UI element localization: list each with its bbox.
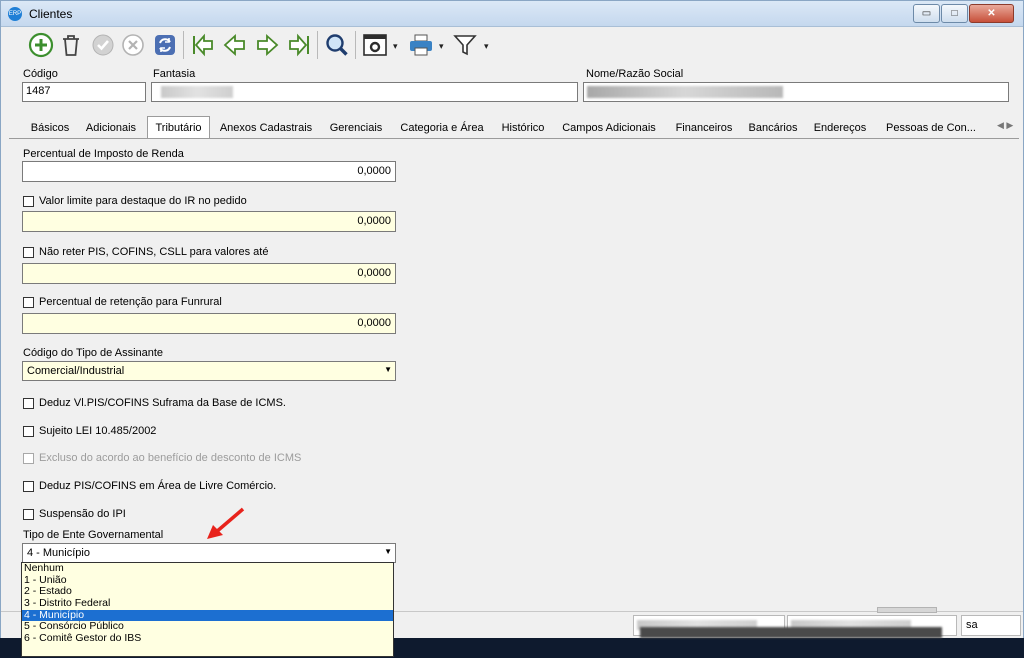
suspensao-ipi-checkbox[interactable] bbox=[23, 509, 34, 520]
tab-adicionais[interactable]: Adicionais bbox=[83, 119, 139, 138]
tab-scroll-arrows[interactable]: ◀ ▶ bbox=[997, 120, 1013, 131]
window-title: Clientes bbox=[29, 7, 73, 21]
fantasia-label: Fantasia bbox=[153, 68, 196, 80]
fantasia-redacted bbox=[161, 86, 233, 98]
tab-anexos-cadastrais[interactable]: Anexos Cadastrais bbox=[218, 119, 314, 138]
limite-ir-field[interactable]: 0,0000 bbox=[22, 211, 396, 232]
deduz-suframa-label: Deduz Vl.PIS/COFINS Suframa da Base de I… bbox=[39, 397, 286, 409]
ente-label: Tipo de Ente Governamental bbox=[23, 529, 164, 541]
ir-label: Percentual de Imposto de Renda bbox=[23, 148, 184, 160]
minimize-button[interactable]: ▭ bbox=[913, 4, 940, 23]
deduz-alc-checkbox[interactable] bbox=[23, 481, 34, 492]
confirm-icon bbox=[92, 34, 114, 56]
tab-historico[interactable]: Histórico bbox=[497, 119, 549, 138]
toolbar: ▾ ▾ ▾ bbox=[1, 27, 1023, 63]
add-icon bbox=[28, 32, 54, 58]
scroll-stub bbox=[877, 607, 937, 613]
toolbar-separator bbox=[317, 31, 318, 59]
delete-icon bbox=[63, 35, 79, 56]
tab-pessoas-contato[interactable]: Pessoas de Con... bbox=[881, 119, 981, 138]
annotation-arrow-icon bbox=[207, 507, 245, 539]
toolbar-separator bbox=[355, 31, 356, 59]
lei-10485-checkbox[interactable] bbox=[23, 426, 34, 437]
settings-dropdown-arrow[interactable]: ▾ bbox=[393, 41, 398, 52]
funrural-field[interactable]: 0,0000 bbox=[22, 313, 396, 334]
confirm-button[interactable] bbox=[89, 31, 117, 59]
tab-tributario[interactable]: Tributário bbox=[147, 116, 210, 138]
search-icon bbox=[326, 34, 348, 56]
refresh-icon bbox=[155, 35, 175, 55]
tab-gerenciais[interactable]: Gerenciais bbox=[326, 119, 386, 138]
chevron-down-icon[interactable]: ▼ bbox=[384, 547, 392, 556]
delete-button[interactable] bbox=[57, 31, 85, 59]
previous-record-button[interactable] bbox=[221, 31, 249, 59]
status-cell-user: sa bbox=[961, 615, 1021, 636]
refresh-button[interactable] bbox=[151, 31, 179, 59]
ente-option-comite-gestor[interactable]: 6 - Comitê Gestor do IBS bbox=[22, 632, 393, 645]
tab-bancarios[interactable]: Bancários bbox=[745, 119, 801, 138]
ente-dropdown-list: Nenhum 1 - União 2 - Estado 3 - Distrito… bbox=[21, 562, 394, 657]
ente-option-distrito-federal[interactable]: 3 - Distrito Federal bbox=[22, 597, 393, 610]
cancel-icon bbox=[122, 34, 144, 56]
filter-button[interactable] bbox=[451, 31, 479, 59]
add-button[interactable] bbox=[27, 31, 55, 59]
app-logo-icon: ERP bbox=[8, 7, 22, 21]
cancel-button[interactable] bbox=[119, 31, 147, 59]
search-button[interactable] bbox=[323, 31, 351, 59]
assinante-value: Comercial/Industrial bbox=[27, 365, 125, 377]
ente-option-nenhum[interactable]: Nenhum bbox=[22, 562, 393, 575]
codigo-field[interactable]: 1487 bbox=[22, 82, 146, 102]
nome-label: Nome/Razão Social bbox=[586, 68, 684, 80]
limite-ir-label: Valor limite para destaque do IR no pedi… bbox=[39, 195, 247, 207]
tab-strip: Básicos Adicionais Tributário Anexos Cad… bbox=[15, 116, 1019, 138]
tab-basicos[interactable]: Básicos bbox=[25, 119, 75, 138]
lei-10485-label: Sujeito LEI 10.485/2002 bbox=[39, 425, 157, 437]
excluso-icms-checkbox bbox=[23, 453, 34, 464]
nao-reter-label: Não reter PIS, COFINS, CSLL para valores… bbox=[39, 246, 269, 258]
tab-financeiros[interactable]: Financeiros bbox=[671, 119, 737, 138]
first-record-button[interactable] bbox=[189, 31, 217, 59]
codigo-label: Código bbox=[23, 68, 58, 80]
excluso-icms-label: Excluso do acordo ao benefício de descon… bbox=[39, 452, 302, 464]
previous-record-icon bbox=[223, 33, 245, 57]
filter-icon bbox=[453, 35, 477, 56]
next-record-button[interactable] bbox=[253, 31, 281, 59]
filter-dropdown-arrow[interactable]: ▾ bbox=[484, 41, 489, 52]
next-record-icon bbox=[257, 33, 279, 57]
ente-value: 4 - Município bbox=[27, 547, 90, 559]
tab-campos-adicionais[interactable]: Campos Adicionais bbox=[559, 119, 659, 138]
tab-categoria-area[interactable]: Categoria e Área bbox=[397, 119, 487, 138]
last-record-icon bbox=[289, 33, 309, 57]
deduz-alc-label: Deduz PIS/COFINS em Área de Livre Comérc… bbox=[39, 480, 277, 492]
deduz-suframa-checkbox[interactable] bbox=[23, 398, 34, 409]
tab-enderecos[interactable]: Endereços bbox=[809, 119, 871, 138]
settings-icon bbox=[363, 34, 387, 56]
title-bar[interactable]: ERP Clientes ▭ □ ✕ bbox=[1, 1, 1023, 27]
limite-ir-checkbox[interactable] bbox=[23, 196, 34, 207]
nome-redacted bbox=[587, 86, 783, 98]
ente-option-uniao[interactable]: 1 - União bbox=[22, 574, 393, 587]
first-record-icon bbox=[193, 33, 213, 57]
suspensao-ipi-label: Suspensão do IPI bbox=[39, 508, 126, 520]
clientes-window: ERP Clientes ▭ □ ✕ ▾ ▾ ▾ Código 1487 Fan… bbox=[0, 0, 1024, 658]
last-record-button[interactable] bbox=[285, 31, 313, 59]
close-button[interactable]: ✕ bbox=[969, 4, 1014, 23]
settings-button[interactable] bbox=[361, 31, 389, 59]
status-redacted-3 bbox=[640, 627, 942, 638]
toolbar-separator bbox=[183, 31, 184, 59]
funrural-label: Percentual de retenção para Funrural bbox=[39, 296, 222, 308]
ir-field[interactable]: 0,0000 bbox=[22, 161, 396, 182]
print-button[interactable] bbox=[407, 31, 435, 59]
funrural-checkbox[interactable] bbox=[23, 297, 34, 308]
print-icon bbox=[410, 34, 432, 56]
assinante-label: Código do Tipo de Assinante bbox=[23, 347, 164, 359]
print-dropdown-arrow[interactable]: ▾ bbox=[439, 41, 444, 52]
nao-reter-checkbox[interactable] bbox=[23, 247, 34, 258]
nao-reter-field[interactable]: 0,0000 bbox=[22, 263, 396, 284]
maximize-button[interactable]: □ bbox=[941, 4, 968, 23]
assinante-combobox[interactable]: Comercial/Industrial ▼ bbox=[22, 361, 396, 381]
chevron-down-icon[interactable]: ▼ bbox=[384, 365, 392, 374]
ente-combobox[interactable]: 4 - Município ▼ bbox=[22, 543, 396, 563]
